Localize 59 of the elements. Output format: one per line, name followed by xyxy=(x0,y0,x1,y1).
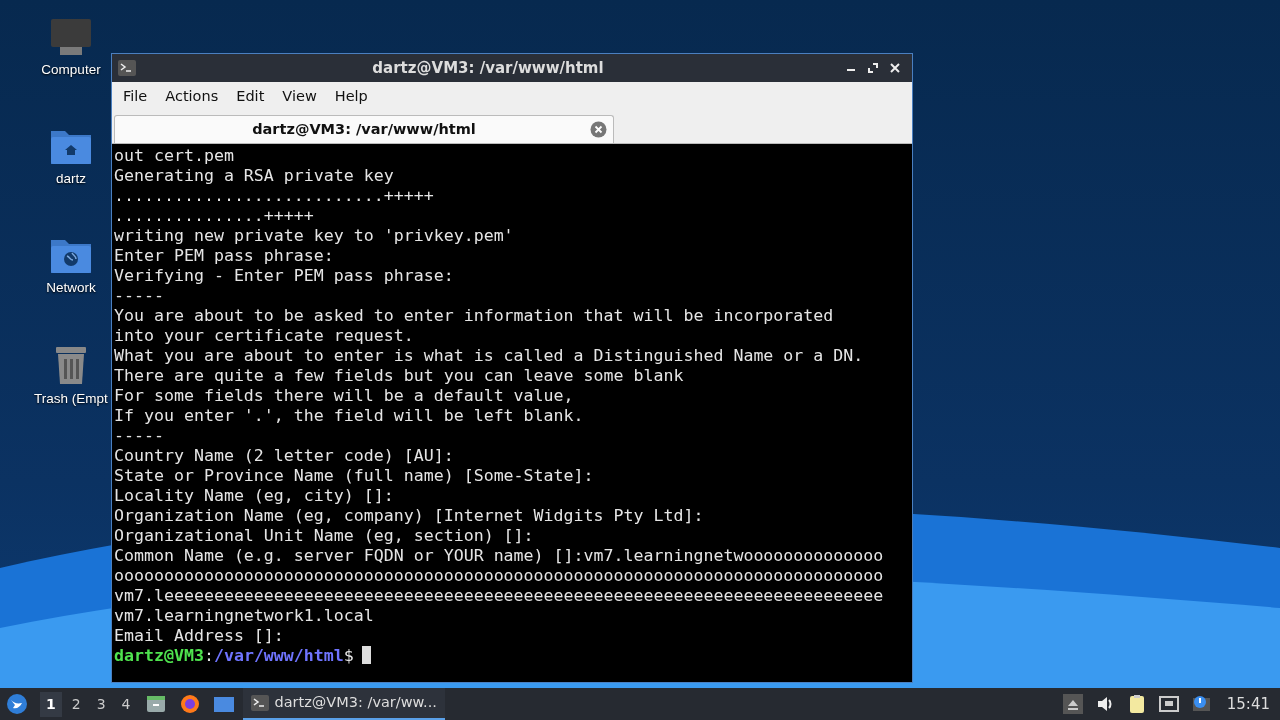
terminal-line: vm7.learningnetwork1.local xyxy=(114,606,375,626)
eject-icon[interactable] xyxy=(1062,694,1083,714)
terminal-line: ...............+++++ xyxy=(114,206,315,226)
terminal-line: Verifying - Enter PEM pass phrase: xyxy=(114,266,455,286)
window-title: dartz@VM3: /var/www/html xyxy=(371,57,605,79)
task-button[interactable]: dartz@VM3: /var/ww... xyxy=(242,688,445,720)
terminal-app-icon xyxy=(250,695,269,711)
file-cabinet-icon[interactable] xyxy=(144,693,167,715)
terminal-line: State or Province Name (full name) [Some-State]: xyxy=(114,466,595,486)
terminal-line: If you enter '.', the field will be left blank. xyxy=(114,406,585,426)
workspace-switch[interactable]: 2 xyxy=(65,691,87,717)
text-cursor xyxy=(361,646,371,664)
icon-label: Network xyxy=(46,279,96,297)
menu-item[interactable]: Actions xyxy=(156,83,228,111)
terminal-line: Locality Name (eg, city) []: xyxy=(114,486,395,506)
prompt-user: dartz@VM3 xyxy=(114,646,204,665)
terminal-line: vm7.leeeeeeeeeeeeeeeeeeeeeeeeeeeeeeeeeeeeeeeeeeeeeeeeeeeeeeeeeeeeeeeeeeeeeeee xyxy=(114,586,885,606)
terminal-line: ooooooooooooooooooooooooooooooooooooooooooooooooooooooooooooooooooooooooooooo xyxy=(114,566,885,586)
start-menu-icon[interactable] xyxy=(6,693,28,715)
terminal-line: writing new private key to 'privkey.pem' xyxy=(114,226,515,246)
terminal-line: out cert.pem xyxy=(114,146,235,166)
prompt-path: /var/www/html xyxy=(213,646,344,665)
terminal-line: What you are about to enter is what is called a Distinguished Name or a DN. xyxy=(114,346,865,366)
icon-label: Trash (Empt xyxy=(34,390,108,408)
menu-item[interactable]: Edit xyxy=(227,83,274,111)
terminal-line: ----- xyxy=(114,286,165,306)
terminal-line: Organization Name (eg, company) [Internet Widgits Pty Ltd]: xyxy=(114,506,705,526)
terminal-line: Country Name (2 letter code) [AU]: xyxy=(114,446,455,466)
prompt-symbol: $ xyxy=(343,646,354,665)
terminal-line: Common Name (e.g. server FQDN or YOUR name) []:vm7.learningnetwoooooooooooooo xyxy=(114,546,885,566)
tab-close-icon[interactable] xyxy=(590,121,607,138)
computer-icon[interactable] xyxy=(50,18,92,56)
terminal-line: There are quite a few fields but you can leave some blank xyxy=(114,366,685,386)
network-port-icon[interactable] xyxy=(1158,694,1179,714)
maximize-icon[interactable] xyxy=(866,61,880,75)
close-icon[interactable] xyxy=(888,61,902,75)
terminal-line: Email Address []: xyxy=(114,626,285,646)
workspace-switch[interactable]: 3 xyxy=(90,691,112,717)
menu-item[interactable]: View xyxy=(273,83,326,111)
terminal-line: ...........................+++++ xyxy=(114,186,435,206)
terminal-line: ----- xyxy=(114,426,165,446)
browser-icon[interactable] xyxy=(178,693,201,715)
workspace-switch[interactable]: 1 xyxy=(40,691,62,717)
workspace-switch[interactable]: 4 xyxy=(115,691,137,717)
clock[interactable]: 15:41 xyxy=(1226,692,1270,716)
terminal-line: Generating a RSA private key xyxy=(114,166,395,186)
terminal-tab[interactable]: dartz@VM3: /var/www/html xyxy=(114,115,614,143)
icon-label: dartz xyxy=(56,170,86,188)
menu-item[interactable]: File xyxy=(114,83,157,111)
prompt-separator: : xyxy=(203,646,214,665)
terminal-line: into your certificate request. xyxy=(114,326,415,346)
terminal-app-icon xyxy=(118,60,136,76)
terminal-line: Organizational Unit Name (eg, section) []: xyxy=(114,526,535,546)
terminal-line: Enter PEM pass phrase: xyxy=(114,246,335,266)
icon-label: Computer xyxy=(41,61,101,79)
notification-icon[interactable] xyxy=(1190,694,1211,714)
menu-item[interactable]: Help xyxy=(325,83,377,111)
terminal-line: For some fields there will be a default value, xyxy=(114,386,575,406)
terminal-line: You are about to be asked to enter information that will be incorporated xyxy=(114,306,835,326)
